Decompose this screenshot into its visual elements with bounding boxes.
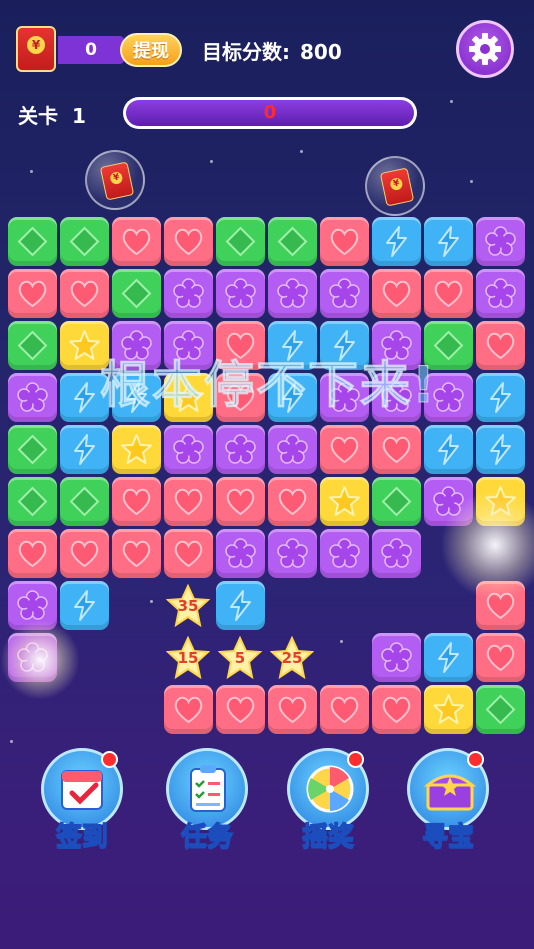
checkin-button[interactable]: 签到 — [36, 748, 128, 853]
tile-red[interactable] — [8, 269, 57, 318]
tile-purple[interactable] — [320, 269, 369, 318]
tile-red[interactable] — [476, 321, 525, 370]
watermark-text: 根本停不下来! — [100, 356, 437, 415]
tile-red[interactable] — [164, 685, 213, 734]
lottery-button[interactable]: 摇奖 — [282, 748, 374, 853]
tile-green[interactable] — [268, 217, 317, 266]
tile-green[interactable] — [60, 217, 109, 266]
tile-red[interactable] — [164, 529, 213, 578]
sparkle-effect — [0, 620, 80, 700]
tile-purple[interactable] — [164, 269, 213, 318]
prize-wheel-icon — [306, 765, 354, 813]
floating-score-value: 15 — [177, 649, 199, 667]
tile-blue[interactable] — [424, 217, 473, 266]
tile-green[interactable] — [8, 425, 57, 474]
tile-red[interactable] — [164, 477, 213, 526]
tile-purple[interactable] — [372, 633, 421, 682]
tile-red[interactable] — [60, 529, 109, 578]
tile-purple[interactable] — [268, 269, 317, 318]
tile-red[interactable] — [164, 217, 213, 266]
tile-blue[interactable] — [216, 581, 265, 630]
checkin-label: 签到 — [55, 821, 108, 852]
tile-purple[interactable] — [216, 529, 265, 578]
tile-blue[interactable] — [60, 425, 109, 474]
floating-score: 15 — [166, 636, 210, 680]
tile-red[interactable] — [372, 269, 421, 318]
tile-blue[interactable] — [424, 425, 473, 474]
tasks-label: 任务 — [180, 821, 233, 852]
task-clipboard-icon — [190, 765, 226, 812]
tile-red[interactable] — [112, 477, 161, 526]
tile-yellow[interactable] — [320, 477, 369, 526]
tile-green[interactable] — [8, 477, 57, 526]
calendar-checkin-icon — [61, 770, 103, 810]
tile-red[interactable] — [216, 477, 265, 526]
tile-purple[interactable] — [476, 217, 525, 266]
tile-yellow[interactable] — [112, 425, 161, 474]
tile-red[interactable] — [112, 529, 161, 578]
tile-green[interactable] — [8, 321, 57, 370]
floating-score-value: 25 — [281, 649, 303, 667]
tile-red[interactable] — [320, 685, 369, 734]
tile-purple[interactable] — [216, 425, 265, 474]
tasks-button[interactable]: 任务 — [161, 748, 253, 853]
lottery-label: 摇奖 — [301, 821, 354, 852]
tile-purple[interactable] — [476, 269, 525, 318]
tile-red[interactable] — [268, 685, 317, 734]
tile-red[interactable] — [320, 217, 369, 266]
tile-purple[interactable] — [268, 425, 317, 474]
floating-score: 25 — [270, 636, 314, 680]
tile-purple[interactable] — [8, 373, 57, 422]
floating-score-value: 5 — [234, 649, 246, 667]
tile-green[interactable] — [60, 477, 109, 526]
tile-blue[interactable] — [424, 633, 473, 682]
tile-green[interactable] — [112, 269, 161, 318]
tile-green[interactable] — [476, 685, 525, 734]
treasure-chest-icon — [424, 774, 476, 811]
tile-blue[interactable] — [476, 373, 525, 422]
tile-green[interactable] — [372, 477, 421, 526]
tile-red[interactable] — [424, 269, 473, 318]
tile-purple[interactable] — [372, 529, 421, 578]
tile-red[interactable] — [112, 217, 161, 266]
treasure-label: 寻宝 — [421, 821, 474, 852]
floating-score-value: 35 — [177, 597, 199, 615]
floating-score: 35 — [166, 584, 210, 628]
tile-green[interactable] — [216, 217, 265, 266]
tile-green[interactable] — [8, 217, 57, 266]
tile-yellow[interactable] — [424, 685, 473, 734]
tile-blue[interactable] — [476, 425, 525, 474]
tile-red[interactable] — [268, 477, 317, 526]
tile-red[interactable] — [320, 425, 369, 474]
tile-red[interactable] — [372, 425, 421, 474]
tile-red[interactable] — [216, 685, 265, 734]
treasure-button[interactable]: 寻宝 — [402, 748, 494, 853]
tile-purple[interactable] — [320, 529, 369, 578]
floating-score: 5 — [218, 636, 262, 680]
tile-red[interactable] — [60, 269, 109, 318]
tile-blue[interactable] — [372, 217, 421, 266]
tile-purple[interactable] — [268, 529, 317, 578]
tile-red[interactable] — [476, 633, 525, 682]
tile-blue[interactable] — [60, 581, 109, 630]
tile-red[interactable] — [8, 529, 57, 578]
tile-red[interactable] — [372, 685, 421, 734]
tile-purple[interactable] — [164, 425, 213, 474]
tile-purple[interactable] — [216, 269, 265, 318]
